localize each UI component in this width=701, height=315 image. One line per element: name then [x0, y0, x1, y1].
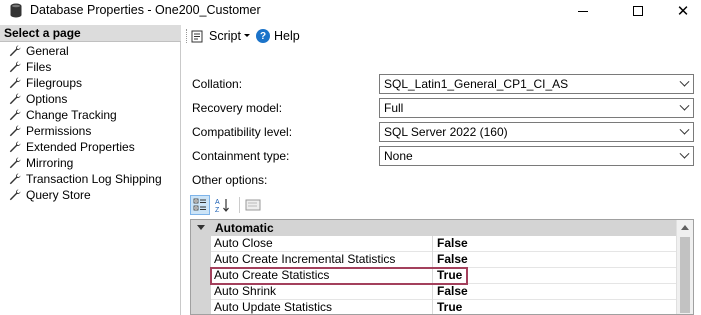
property-pages-icon [245, 199, 261, 211]
categorized-icon [193, 198, 206, 211]
svg-text:A: A [215, 199, 220, 206]
scrollbar-thumb[interactable] [680, 237, 690, 313]
sidebar-item-general[interactable]: General [0, 43, 181, 59]
categorized-button[interactable] [190, 195, 210, 215]
help-label: Help [274, 29, 300, 43]
category-automatic[interactable]: Automatic [191, 220, 677, 236]
property-value[interactable]: False [437, 236, 468, 251]
scroll-up-icon[interactable] [681, 225, 689, 230]
help-icon: ? [256, 29, 270, 43]
maximize-icon [633, 6, 643, 16]
category-label: Automatic [215, 221, 274, 235]
recovery-model-select[interactable]: Full [379, 98, 694, 118]
sidebar-item-label: Extended Properties [26, 140, 135, 154]
wrench-icon [9, 45, 21, 57]
chevron-down-icon [679, 124, 690, 135]
compatibility-level-label: Compatibility level: [192, 125, 293, 139]
sidebar-item-options[interactable]: Options [0, 91, 181, 107]
close-icon: ✕ [676, 3, 690, 20]
collation-label: Collation: [192, 77, 243, 91]
dialog-toolbar: Script ? Help [182, 25, 701, 47]
sidebar-item-mirroring[interactable]: Mirroring [0, 155, 181, 171]
vertical-scrollbar[interactable] [676, 220, 693, 314]
containment-type-value: None [384, 149, 413, 163]
close-button[interactable]: ✕ [660, 0, 701, 22]
page-list: General Files Filegroups Options Change … [0, 43, 181, 203]
property-name: Auto Close [214, 236, 433, 252]
sidebar-item-query-store[interactable]: Query Store [0, 187, 181, 203]
wrench-icon [9, 77, 21, 89]
sidebar-item-label: Files [26, 60, 52, 74]
table-row[interactable]: Auto Update Statistics True [211, 300, 677, 314]
property-value[interactable]: True [437, 300, 462, 314]
sidebar-item-label: General [26, 44, 69, 58]
containment-type-select[interactable]: None [379, 146, 694, 166]
collapse-icon[interactable] [197, 225, 205, 230]
sidebar-header: Select a page [0, 25, 181, 42]
property-name: Auto Shrink [214, 284, 433, 300]
sidebar-item-transaction-log-shipping[interactable]: Transaction Log Shipping [0, 171, 181, 187]
sidebar-item-filegroups[interactable]: Filegroups [0, 75, 181, 91]
maximize-button[interactable] [615, 0, 661, 22]
chevron-down-icon [679, 148, 690, 159]
other-options-label: Other options: [192, 173, 268, 187]
wrench-icon [9, 141, 21, 153]
toolbar-grip [186, 29, 188, 43]
table-row[interactable]: Auto Create Incremental Statistics False [211, 252, 677, 268]
table-row[interactable]: Auto Close False [211, 236, 677, 252]
recovery-model-value: Full [384, 101, 404, 115]
sidebar-item-label: Query Store [26, 188, 91, 202]
page-selector-panel: Select a page General Files Filegroups O… [0, 25, 181, 315]
script-label: Script [209, 29, 241, 43]
wrench-icon [9, 93, 21, 105]
minimize-button[interactable] [560, 0, 606, 22]
wrench-icon [9, 61, 21, 73]
wrench-icon [9, 109, 21, 121]
sidebar-item-label: Mirroring [26, 156, 74, 170]
wrench-icon [9, 173, 21, 185]
toolbar-separator [239, 197, 240, 213]
wrench-icon [9, 125, 21, 137]
script-button[interactable]: Script [191, 27, 241, 45]
sidebar-item-label: Options [26, 92, 68, 106]
chevron-down-icon [679, 100, 690, 111]
alphabetical-button[interactable]: A Z [213, 195, 233, 215]
sidebar-item-label: Transaction Log Shipping [26, 172, 162, 186]
collation-value: SQL_Latin1_General_CP1_CI_AS [384, 77, 569, 91]
property-name: Auto Create Incremental Statistics [214, 252, 433, 268]
chevron-down-icon [679, 76, 690, 87]
sort-az-icon: A Z [215, 199, 229, 213]
help-button[interactable]: ? Help [256, 27, 300, 45]
property-pages-button[interactable] [243, 195, 263, 215]
sidebar-item-permissions[interactable]: Permissions [0, 123, 181, 139]
table-row[interactable]: Auto Shrink False [211, 284, 677, 300]
compatibility-level-select[interactable]: SQL Server 2022 (160) [379, 122, 694, 142]
database-icon [10, 3, 22, 18]
property-value[interactable]: False [437, 284, 468, 299]
window-title: Database Properties - One200_Customer [30, 3, 261, 17]
compatibility-level-value: SQL Server 2022 (160) [384, 125, 508, 139]
property-grid-toolbar: A Z [190, 194, 266, 216]
wrench-icon [9, 189, 21, 201]
recovery-model-label: Recovery model: [192, 101, 283, 115]
script-icon [191, 30, 203, 42]
highlight-box [210, 267, 468, 285]
collation-select[interactable]: SQL_Latin1_General_CP1_CI_AS [379, 74, 694, 94]
sidebar-item-label: Filegroups [26, 76, 83, 90]
svg-text:Z: Z [215, 207, 220, 213]
script-dropdown-icon[interactable] [244, 34, 250, 37]
sidebar-item-files[interactable]: Files [0, 59, 181, 75]
sidebar-item-label: Change Tracking [26, 108, 117, 122]
sidebar-item-extended-properties[interactable]: Extended Properties [0, 139, 181, 155]
property-name: Auto Update Statistics [214, 300, 433, 314]
containment-type-label: Containment type: [192, 149, 290, 163]
minimize-icon [578, 10, 588, 12]
sidebar-item-change-tracking[interactable]: Change Tracking [0, 107, 181, 123]
options-page: Collation: SQL_Latin1_General_CP1_CI_AS … [182, 47, 701, 315]
wrench-icon [9, 157, 21, 169]
title-bar: Database Properties - One200_Customer ✕ [0, 0, 701, 22]
sidebar-item-label: Permissions [26, 124, 92, 138]
property-value[interactable]: False [437, 252, 468, 267]
